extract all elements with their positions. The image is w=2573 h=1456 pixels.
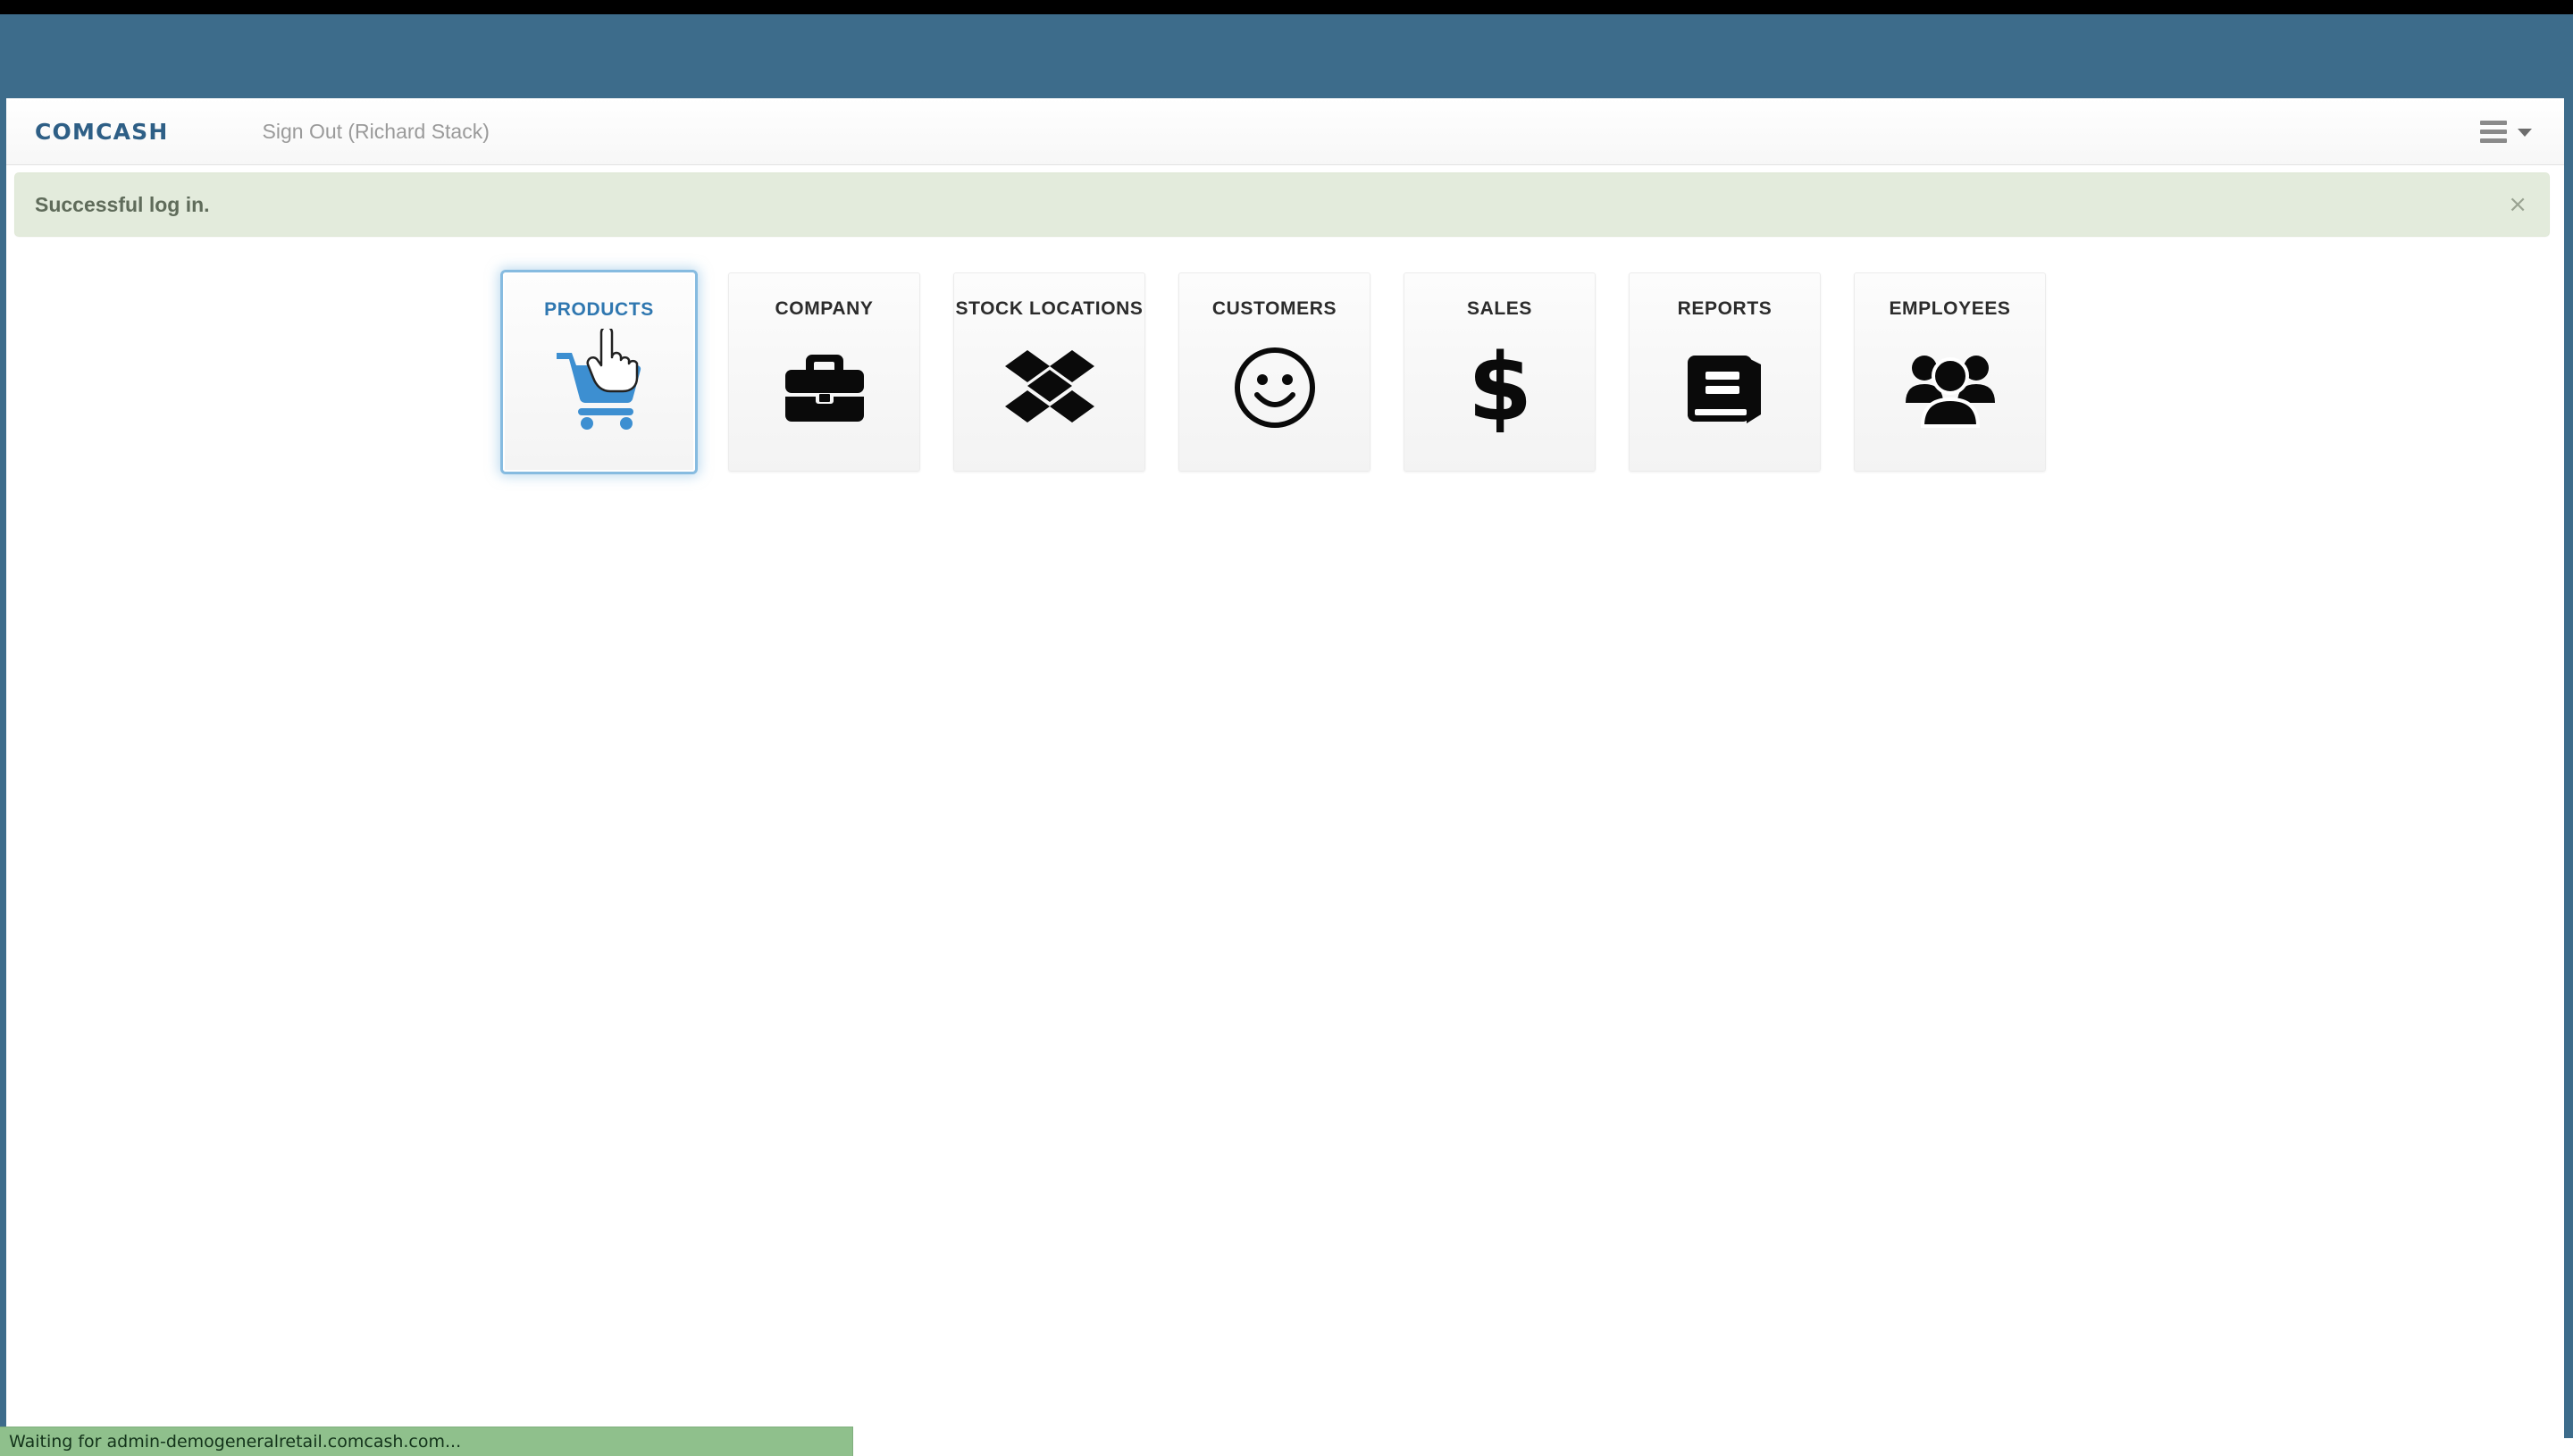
- tile-label: PRODUCTS: [544, 299, 654, 320]
- comcash-logo[interactable]: COMCASH: [35, 119, 169, 145]
- hamburger-bar: [2480, 129, 2507, 134]
- sign-out-link[interactable]: Sign Out (Richard Stack): [263, 120, 490, 144]
- tile-sales[interactable]: SALES $: [1404, 272, 1596, 472]
- tile-label: CUSTOMERS: [1211, 298, 1337, 319]
- navbar-menu-group[interactable]: [2480, 120, 2532, 143]
- hamburger-bar: [2480, 120, 2507, 125]
- browser-blue-bar: [0, 14, 2573, 98]
- browser-left-edge-strip: [0, 98, 6, 1438]
- tile-label: REPORTS: [1677, 298, 1773, 319]
- people-group-icon: [1900, 338, 2000, 438]
- browser-status-bar: Waiting for admin-demogeneralretail.comc…: [0, 1427, 853, 1456]
- shopping-cart-icon: [549, 339, 650, 439]
- tile-reports[interactable]: REPORTS: [1629, 272, 1821, 472]
- tile-label: COMPANY: [775, 298, 874, 319]
- success-alert: Successful log in. ×: [14, 172, 2550, 237]
- tile-customers[interactable]: CUSTOMERS: [1178, 272, 1370, 472]
- tile-label: EMPLOYEES: [1889, 298, 2011, 319]
- status-text: Waiting for admin-demogeneralretail.comc…: [9, 1432, 462, 1452]
- browser-viewport: COMCASH Sign Out (Richard Stack) Success…: [0, 0, 2573, 1456]
- top-navbar: COMCASH Sign Out (Richard Stack): [6, 98, 2564, 165]
- tile-company[interactable]: COMPANY: [728, 272, 920, 472]
- dropbox-icon: [1000, 338, 1100, 438]
- dollar-sign-icon: $: [1450, 338, 1550, 438]
- tile-label: STOCK LOCATIONS: [955, 298, 1144, 319]
- tile-employees[interactable]: EMPLOYEES: [1854, 272, 2046, 472]
- browser-top-black-strip: [0, 0, 2573, 14]
- hamburger-icon[interactable]: [2480, 120, 2507, 143]
- tile-stock-locations[interactable]: STOCK LOCATIONS: [953, 272, 1145, 472]
- briefcase-icon: [775, 338, 875, 438]
- alert-message: Successful log in.: [35, 192, 210, 216]
- svg-text:$: $: [1469, 343, 1531, 432]
- close-icon[interactable]: ×: [2508, 193, 2527, 216]
- hamburger-bar: [2480, 138, 2507, 143]
- module-tile-grid: PRODUCTS COMPANY STOCK LOCATIONS CUSTOME…: [503, 272, 2046, 472]
- smiley-face-icon: [1225, 338, 1325, 438]
- chevron-down-icon[interactable]: [2518, 129, 2532, 137]
- book-icon: [1675, 338, 1775, 438]
- tile-products[interactable]: PRODUCTS: [503, 272, 695, 472]
- tile-label: SALES: [1466, 298, 1532, 319]
- browser-right-edge-strip: [2564, 98, 2573, 1438]
